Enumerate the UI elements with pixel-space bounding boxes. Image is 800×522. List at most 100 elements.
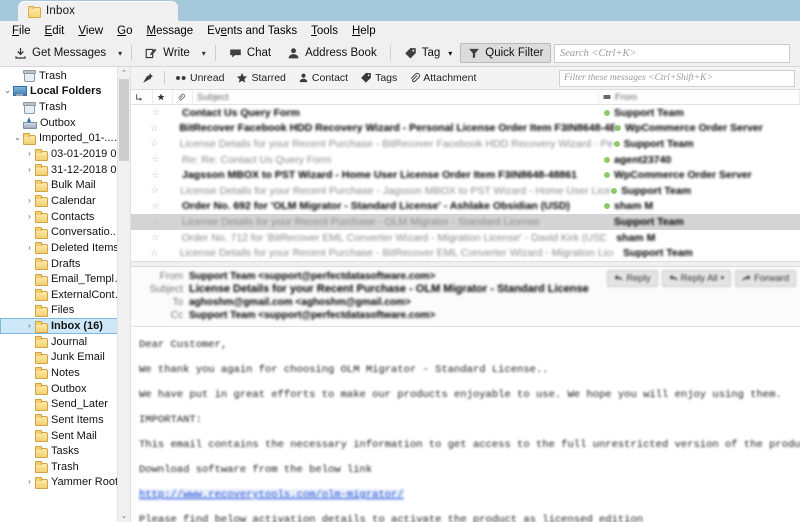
star-toggle[interactable]: ☆ xyxy=(148,217,163,226)
chat-button[interactable]: Chat xyxy=(221,43,279,64)
star-toggle[interactable]: ☆ xyxy=(147,123,161,133)
message-row[interactable]: ☆ Order No. 712 for 'BitRecover EML Conve… xyxy=(131,230,800,246)
get-messages-dropdown[interactable]: ▾ xyxy=(114,46,126,61)
global-search-input[interactable]: Search <Ctrl+K> xyxy=(554,43,790,63)
sidebar-item-send-later[interactable]: Send_Later xyxy=(0,396,130,412)
quick-filter-button[interactable]: Quick Filter xyxy=(460,43,552,63)
menu-help[interactable]: Help xyxy=(345,23,383,39)
menu-view[interactable]: View xyxy=(71,23,110,39)
menu-tools[interactable]: Tools xyxy=(304,23,345,39)
message-row[interactable]: ☆ Jagsson MBOX to PST Wizard - Home User … xyxy=(131,167,800,183)
message-row[interactable]: ☆ License Details for your Recent Purchas… xyxy=(131,214,800,230)
sidebar-item-email-templates[interactable]: Email_Templates xyxy=(0,271,130,287)
sidebar-item-contacts[interactable]: › Contacts xyxy=(0,209,130,225)
column-star[interactable] xyxy=(153,90,173,104)
message-row[interactable]: ☆ License Details for your Recent Purchas… xyxy=(131,183,800,199)
sidebar-item-local-folders[interactable]: ⌄ Local Folders xyxy=(0,84,130,100)
message-row[interactable]: ☆ BitRecover Facebook HDD Recovery Wizard… xyxy=(131,121,800,137)
twisty-icon[interactable]: ⌄ xyxy=(2,87,13,95)
message-row[interactable]: ☆ Re: Re: Contact Us Query Form agent23740 xyxy=(131,152,800,168)
reply-all-button[interactable]: Reply All ▾ xyxy=(661,269,732,287)
filter-starred-button[interactable]: Starred xyxy=(230,70,291,86)
filter-unread-button[interactable]: Unread xyxy=(169,70,230,86)
quick-filter-pin-button[interactable] xyxy=(136,70,160,86)
twisty-icon[interactable]: › xyxy=(24,196,35,205)
message-row[interactable]: ☆ License Details for your Recent Purchas… xyxy=(131,136,800,152)
sidebar-item-files[interactable]: Files xyxy=(0,303,130,319)
sidebar-item-conversatio-on-settings[interactable]: Conversatio...on Settings xyxy=(0,224,130,240)
message-filter-input[interactable]: Filter these messages <Ctrl+Shift+K> xyxy=(559,69,795,87)
sidebar-item-yammer-root[interactable]: › Yammer Root xyxy=(0,475,130,491)
sidebar-item-inbox-16[interactable]: › Inbox (16) xyxy=(0,318,130,334)
star-toggle[interactable]: ☆ xyxy=(147,139,161,148)
write-dropdown[interactable]: ▾ xyxy=(198,46,210,61)
tab-inbox[interactable]: Inbox xyxy=(18,1,178,21)
twisty-icon[interactable]: › xyxy=(24,243,35,252)
star-toggle[interactable]: ☆ xyxy=(147,248,161,258)
filter-contact-button[interactable]: Contact xyxy=(292,70,354,86)
column-thread[interactable] xyxy=(131,90,153,104)
sidebar-item-junk-email[interactable]: Junk Email xyxy=(0,350,130,366)
star-toggle[interactable]: ☆ xyxy=(148,108,163,117)
body-text: Please find below activation details to … xyxy=(139,513,644,522)
star-toggle[interactable]: ☆ xyxy=(148,170,163,180)
scroll-down-arrow[interactable]: ⌄ xyxy=(118,510,130,522)
sidebar-item-tasks[interactable]: Tasks xyxy=(0,443,130,459)
sidebar-item-drafts[interactable]: Drafts xyxy=(0,256,130,272)
column-from[interactable]: From xyxy=(599,90,800,104)
twisty-icon[interactable]: › xyxy=(24,478,35,486)
get-messages-button[interactable]: Get Messages xyxy=(6,43,114,64)
star-toggle[interactable]: ☆ xyxy=(148,233,163,242)
tag-button[interactable]: Tag ▾ xyxy=(396,43,461,64)
sidebar-item-outbox[interactable]: Outbox xyxy=(0,381,130,397)
menu-edit[interactable]: Edit xyxy=(38,23,72,39)
sidebar-item-trash[interactable]: Trash xyxy=(0,99,130,115)
menu-go[interactable]: Go xyxy=(110,23,139,39)
menu-message[interactable]: Message xyxy=(139,23,200,39)
sidebar-item-sent-mail[interactable]: Sent Mail xyxy=(0,428,130,444)
forward-button[interactable]: Forward xyxy=(735,269,796,287)
scroll-up-arrow[interactable]: ⌃ xyxy=(118,67,130,79)
sidebar-item-imported-01-2019-09-57[interactable]: ⌄ Imported_01-...-2019 09-57 xyxy=(0,131,130,147)
header-to-value[interactable]: aghoshm@gmail.com <aghoshm@gmail.com> xyxy=(189,297,411,308)
message-row[interactable]: ☆ Contact Us Query Form Support Team xyxy=(131,105,800,121)
scrollbar-thumb[interactable] xyxy=(119,79,129,161)
address-book-button[interactable]: Address Book xyxy=(279,43,385,64)
twisty-icon[interactable]: › xyxy=(24,322,35,330)
menu-file[interactable]: File xyxy=(5,23,38,39)
column-subject[interactable]: Subject xyxy=(193,90,599,104)
menu-events-and-tasks[interactable]: Events and Tasks xyxy=(200,23,304,39)
column-attachment[interactable] xyxy=(173,90,193,104)
sidebar-item-trash[interactable]: Trash xyxy=(0,68,130,84)
filter-tags-button[interactable]: Tags xyxy=(354,70,403,86)
message-row[interactable]: ☆ License Details for your Recent Purchas… xyxy=(131,245,800,261)
filter-attachment-button[interactable]: Attachment xyxy=(403,70,482,86)
twisty-icon[interactable]: ⌄ xyxy=(12,134,23,142)
sidebar-item-trash[interactable]: Trash xyxy=(0,459,130,475)
twisty-icon[interactable]: › xyxy=(24,212,35,221)
header-cc-value[interactable]: Support Team <support@perfectdatasoftwar… xyxy=(189,310,435,321)
sidebar-item-notes[interactable]: Notes xyxy=(0,365,130,381)
folder-pane-scrollbar[interactable]: ⌃ ⌄ xyxy=(117,67,130,522)
sidebar-item-deleted-items[interactable]: › Deleted Items xyxy=(0,240,130,256)
tag-icon xyxy=(404,47,416,59)
write-button[interactable]: Write xyxy=(137,43,198,64)
sidebar-item-31-12-2018-01-04[interactable]: ›31-12-2018 01-04 xyxy=(0,162,130,178)
sidebar-item-journal[interactable]: Journal xyxy=(0,334,130,350)
header-from-value[interactable]: Support Team <support@perfectdatasoftwar… xyxy=(189,271,435,282)
sidebar-item-externalcontacts[interactable]: ExternalContacts xyxy=(0,287,130,303)
twisty-icon[interactable]: › xyxy=(24,150,35,158)
reply-button[interactable]: Reply xyxy=(607,269,658,287)
sidebar-item-calendar[interactable]: › Calendar xyxy=(0,193,130,209)
sidebar-item-outbox[interactable]: Outbox xyxy=(0,115,130,131)
star-toggle[interactable]: ☆ xyxy=(148,201,163,211)
sidebar-item-sent-items[interactable]: Sent Items xyxy=(0,412,130,428)
sidebar-item-bulk-mail[interactable]: Bulk Mail xyxy=(0,177,130,193)
star-toggle[interactable]: ☆ xyxy=(147,186,161,195)
message-row[interactable]: ☆ Order No. 692 for 'OLM Migrator - Stand… xyxy=(131,199,800,215)
star-toggle[interactable]: ☆ xyxy=(148,155,163,164)
download-link[interactable]: http://www.recoverytools.com/olm-migrato… xyxy=(139,488,404,501)
sidebar-item-03-01-2019-04-48[interactable]: ›03-01-2019 04-48 xyxy=(0,146,130,162)
sidebar-item-label: Calendar xyxy=(51,194,96,207)
twisty-icon[interactable]: › xyxy=(24,165,35,174)
